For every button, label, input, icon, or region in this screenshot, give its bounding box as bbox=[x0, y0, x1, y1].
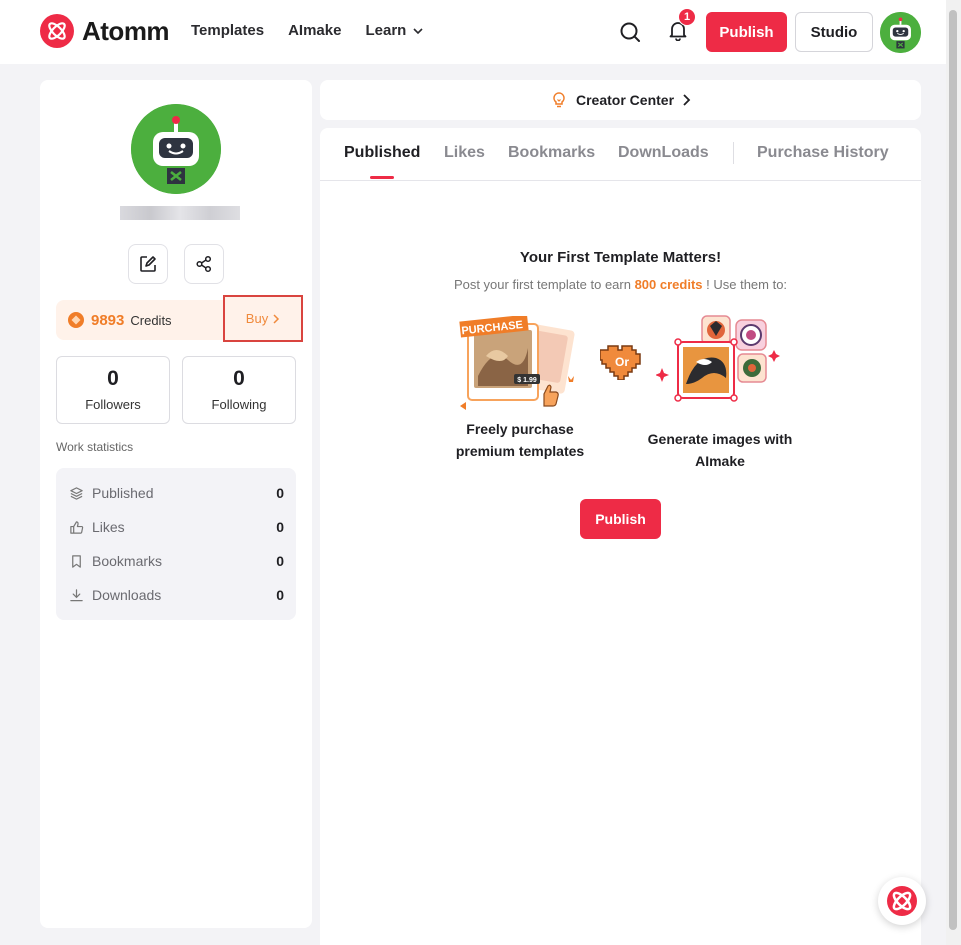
following-label: Following bbox=[211, 397, 267, 412]
promo-aimake-caption: Generate images with AImake bbox=[647, 431, 793, 469]
credits-coin-icon bbox=[68, 312, 84, 328]
subtitle-text-after: ! Use them to: bbox=[702, 277, 788, 292]
content-card: Published Likes Bookmarks DownLoads Purc… bbox=[320, 128, 921, 945]
work-statistics-list: Published 0 Likes 0 Bookmarks 0 Download… bbox=[56, 468, 296, 620]
username-redacted bbox=[120, 206, 240, 220]
atomm-logo[interactable]: Atomm bbox=[40, 14, 170, 48]
work-stat-published: Published 0 bbox=[68, 476, 284, 510]
atomm-logo-icon bbox=[40, 14, 74, 48]
robot-avatar-icon bbox=[131, 104, 221, 194]
work-stat-bookmarks: Bookmarks 0 bbox=[68, 544, 284, 578]
thumbs-up-icon bbox=[68, 519, 84, 535]
nav-learn-label: Learn bbox=[365, 22, 407, 39]
nav-templates[interactable]: Templates bbox=[191, 22, 264, 39]
following-count: 0 bbox=[233, 367, 245, 390]
followers-count: 0 bbox=[107, 367, 119, 390]
logo-text: Atomm bbox=[82, 15, 170, 46]
search-button[interactable] bbox=[616, 18, 644, 46]
buy-label: Buy bbox=[245, 311, 269, 326]
floating-assistant-button[interactable] bbox=[878, 877, 926, 925]
work-stat-value: 0 bbox=[276, 587, 284, 603]
layers-icon bbox=[68, 485, 84, 501]
promo-purchase-caption: Freely purchase premium templates bbox=[455, 421, 585, 459]
subtitle-credits-highlight: 800 credits bbox=[634, 277, 703, 292]
buy-credits-button[interactable]: Buy bbox=[223, 295, 303, 342]
work-stat-value: 0 bbox=[276, 485, 284, 501]
work-stat-label: Downloads bbox=[92, 587, 162, 603]
chevron-down-icon bbox=[413, 27, 423, 34]
lightbulb-icon bbox=[553, 92, 565, 108]
chevron-right-icon bbox=[683, 94, 691, 106]
main-nav: Templates AImake Learn bbox=[191, 22, 424, 39]
edit-icon bbox=[140, 256, 156, 272]
work-stat-value: 0 bbox=[276, 553, 284, 569]
credits-value: 9893 bbox=[91, 311, 125, 329]
work-stat-label: Likes bbox=[92, 519, 125, 535]
profile-card: 9893 Credits Buy 0 Followers 0 Following… bbox=[40, 80, 312, 928]
tab-published[interactable]: Published bbox=[344, 144, 420, 162]
chevron-right-icon bbox=[273, 313, 280, 324]
work-statistics-title: Work statistics bbox=[56, 440, 134, 454]
subtitle-text-before: Post your first template to earn bbox=[453, 277, 635, 292]
download-icon bbox=[68, 587, 84, 603]
credits-balance: 9893 Credits bbox=[56, 300, 224, 340]
credits-label: Credits bbox=[130, 312, 172, 328]
share-icon bbox=[196, 255, 212, 273]
empty-state-title: Your First Template Matters! bbox=[519, 249, 722, 266]
work-stat-downloads: Downloads 0 bbox=[68, 578, 284, 612]
nav-learn[interactable]: Learn bbox=[365, 22, 424, 39]
followers-stat[interactable]: 0 Followers bbox=[56, 356, 170, 424]
empty-state-publish-button[interactable]: Publish bbox=[580, 499, 661, 539]
content-tabs: Published Likes Bookmarks DownLoads Purc… bbox=[320, 128, 921, 181]
tab-purchase-history[interactable]: Purchase History bbox=[757, 144, 889, 162]
bookmark-icon bbox=[68, 553, 84, 569]
promo-or-text: Or bbox=[615, 355, 629, 369]
tab-likes[interactable]: Likes bbox=[444, 144, 485, 162]
aimake-images-illustration bbox=[655, 312, 784, 404]
atomm-logo-icon bbox=[887, 886, 917, 916]
edit-profile-button[interactable] bbox=[128, 244, 168, 284]
work-stat-label: Published bbox=[92, 485, 154, 501]
creator-center-link[interactable]: Creator Center bbox=[320, 80, 921, 120]
header-publish-button[interactable]: Publish bbox=[706, 12, 787, 52]
work-stat-label: Bookmarks bbox=[92, 553, 163, 569]
tab-downloads[interactable]: DownLoads bbox=[618, 144, 709, 162]
studio-button[interactable]: Studio bbox=[795, 12, 873, 52]
page-scrollbar-thumb[interactable] bbox=[949, 10, 957, 930]
tab-divider bbox=[733, 142, 734, 164]
active-tab-indicator bbox=[370, 176, 394, 179]
robot-avatar-icon bbox=[880, 12, 921, 53]
followers-label: Followers bbox=[85, 397, 141, 412]
user-avatar[interactable] bbox=[880, 12, 921, 53]
work-stat-value: 0 bbox=[276, 519, 284, 535]
notification-badge: 1 bbox=[678, 8, 696, 26]
pixel-heart-or-icon: Or bbox=[599, 340, 644, 381]
empty-state-subtitle: Post your first template to earn 800 cre… bbox=[320, 277, 921, 292]
promo-price-text: $ 1.99 bbox=[517, 377, 537, 384]
profile-avatar[interactable] bbox=[131, 104, 221, 194]
share-profile-button[interactable] bbox=[184, 244, 224, 284]
purchase-templates-illustration: $ 1.99 PURCHASE bbox=[458, 314, 582, 410]
nav-aimake[interactable]: AImake bbox=[288, 22, 341, 39]
work-stat-likes: Likes 0 bbox=[68, 510, 284, 544]
creator-center-label: Creator Center bbox=[575, 92, 675, 108]
search-icon bbox=[620, 22, 640, 42]
following-stat[interactable]: 0 Following bbox=[182, 356, 296, 424]
top-header: Atomm Templates AImake Learn 1 Publish S… bbox=[0, 0, 946, 64]
tab-bookmarks[interactable]: Bookmarks bbox=[508, 144, 595, 162]
